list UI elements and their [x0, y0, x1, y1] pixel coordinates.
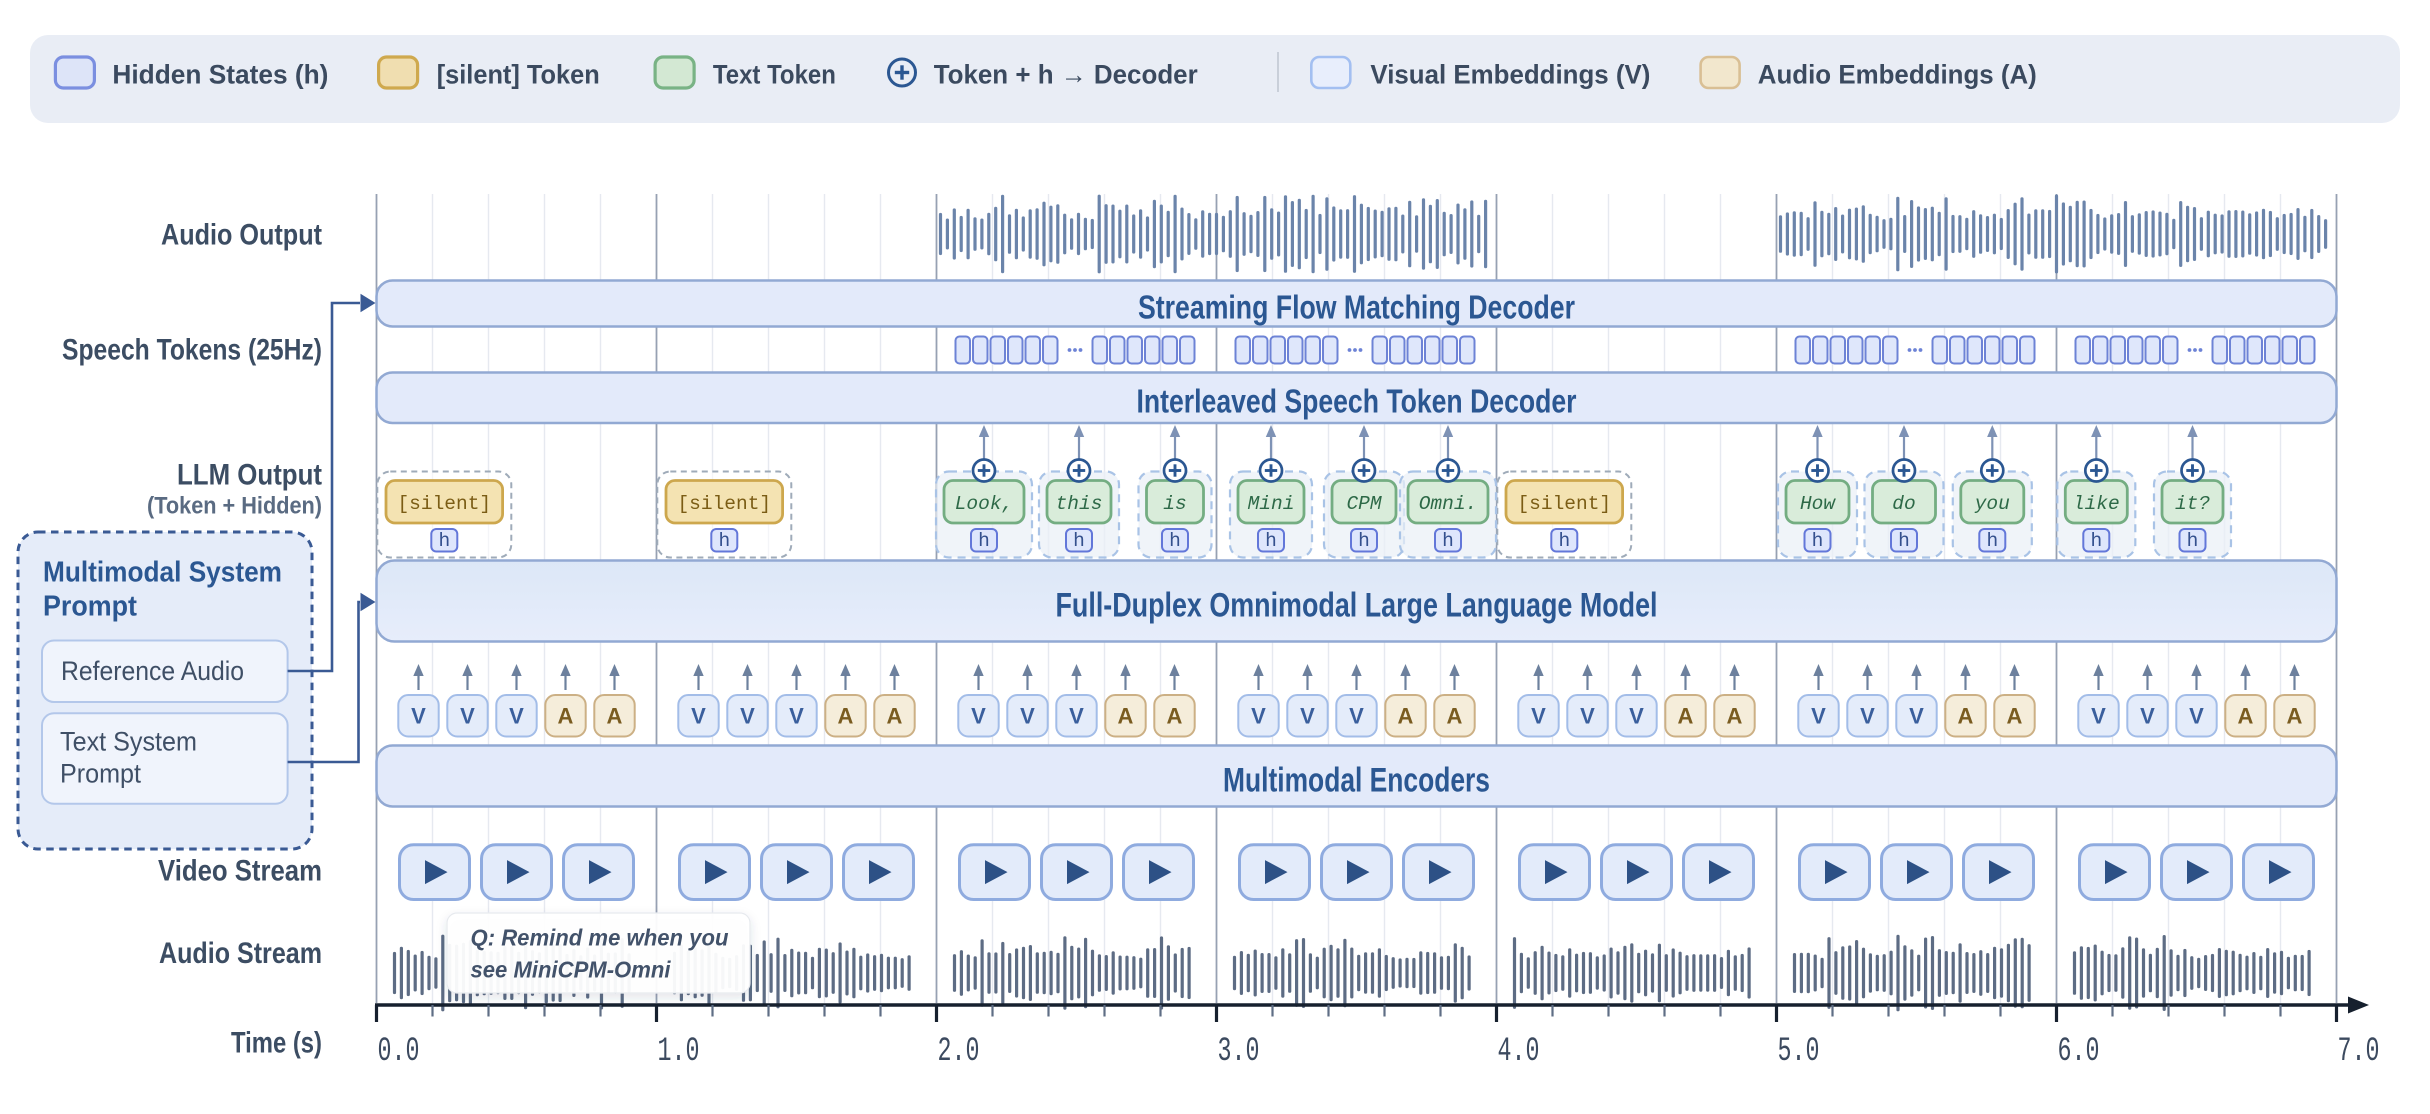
svg-text:Time (s): Time (s)	[231, 1026, 322, 1059]
svg-text:Token + h → Decoder: Token + h → Decoder	[934, 60, 1198, 90]
svg-text:h: h	[718, 530, 730, 552]
svg-text:A: A	[838, 704, 854, 729]
svg-text:do: do	[1892, 493, 1915, 515]
svg-text:like: like	[2073, 493, 2120, 515]
svg-text:A: A	[558, 704, 574, 729]
svg-text:4.0: 4.0	[1498, 1033, 1540, 1071]
svg-text:A: A	[1398, 704, 1414, 729]
svg-text:V: V	[2189, 704, 2204, 729]
svg-text:A: A	[887, 704, 903, 729]
svg-text:V: V	[740, 704, 755, 729]
svg-text:V: V	[1811, 704, 1826, 729]
svg-text:V: V	[1020, 704, 1035, 729]
svg-text:Omni.: Omni.	[1419, 493, 1478, 515]
svg-text:Streaming Flow Matching Decode: Streaming Flow Matching Decoder	[1138, 288, 1575, 325]
svg-text:Prompt: Prompt	[43, 591, 137, 623]
svg-text:5.0: 5.0	[1778, 1033, 1820, 1071]
svg-text:h: h	[438, 530, 450, 552]
svg-text:h: h	[1169, 530, 1181, 552]
svg-text:V: V	[971, 704, 986, 729]
svg-text:V: V	[1251, 704, 1266, 729]
svg-text:V: V	[2091, 704, 2106, 729]
svg-text:6.0: 6.0	[2058, 1033, 2100, 1071]
svg-text:A: A	[1118, 704, 1134, 729]
svg-text:this: this	[1056, 493, 1103, 515]
svg-text:[silent]: [silent]	[397, 493, 491, 515]
svg-text:[silent]: [silent]	[677, 493, 771, 515]
svg-text:A: A	[1447, 704, 1463, 729]
svg-text:see MiniCPM-Omni: see MiniCPM-Omni	[471, 957, 672, 983]
svg-text:Mini: Mini	[1248, 493, 1295, 515]
svg-text:CPM: CPM	[1346, 493, 1381, 515]
svg-text:A: A	[2238, 704, 2254, 729]
svg-text:V: V	[789, 704, 804, 729]
svg-text:0.0: 0.0	[378, 1033, 420, 1071]
svg-text:Text System: Text System	[60, 727, 197, 757]
svg-text:h: h	[2090, 530, 2102, 552]
svg-text:A: A	[1958, 704, 1974, 729]
svg-text:[silent]: [silent]	[1517, 493, 1611, 515]
svg-text:Speech Tokens (25Hz): Speech Tokens (25Hz)	[62, 334, 322, 367]
svg-text:A: A	[2287, 704, 2303, 729]
svg-text:Video Stream: Video Stream	[158, 855, 322, 888]
svg-text:is: is	[1163, 493, 1186, 515]
svg-text:Reference Audio: Reference Audio	[61, 656, 244, 686]
svg-text:it?: it?	[2175, 493, 2210, 515]
svg-text:Hidden States (h): Hidden States (h)	[112, 60, 328, 90]
svg-text:V: V	[1069, 704, 1084, 729]
svg-text:Interleaved Speech Token Decod: Interleaved Speech Token Decoder	[1137, 383, 1577, 420]
svg-text:h: h	[1265, 530, 1277, 552]
svg-text:h: h	[978, 530, 990, 552]
svg-text:V: V	[1629, 704, 1644, 729]
svg-text:2.0: 2.0	[938, 1033, 980, 1071]
svg-text:Multimodal System: Multimodal System	[43, 557, 282, 589]
svg-text:1.0: 1.0	[658, 1033, 700, 1071]
svg-text:h: h	[1812, 530, 1824, 552]
svg-text:you: you	[1974, 493, 2010, 515]
svg-text:Audio Output: Audio Output	[161, 219, 322, 252]
svg-text:Look,: Look,	[955, 493, 1014, 515]
svg-text:Audio Embeddings (A): Audio Embeddings (A)	[1758, 60, 2037, 90]
svg-text:A: A	[1727, 704, 1743, 729]
svg-text:LLM Output: LLM Output	[177, 459, 322, 492]
svg-text:h: h	[1358, 530, 1370, 552]
svg-text:A: A	[1167, 704, 1183, 729]
svg-text:V: V	[2140, 704, 2155, 729]
svg-text:Audio Stream: Audio Stream	[159, 937, 322, 970]
svg-text:V: V	[1860, 704, 1875, 729]
svg-text:V: V	[1349, 704, 1364, 729]
svg-text:A: A	[2007, 704, 2023, 729]
svg-text:V: V	[1580, 704, 1595, 729]
svg-text:V: V	[1531, 704, 1546, 729]
svg-text:Prompt: Prompt	[60, 759, 141, 789]
svg-text:(Token + Hidden): (Token + Hidden)	[147, 492, 322, 519]
svg-text:[silent] Token: [silent] Token	[437, 60, 600, 90]
svg-text:V: V	[1300, 704, 1315, 729]
svg-text:h: h	[1558, 530, 1570, 552]
svg-text:Text Token: Text Token	[713, 60, 836, 90]
svg-text:h: h	[1442, 530, 1454, 552]
svg-text:7.0: 7.0	[2338, 1033, 2380, 1071]
svg-text:V: V	[691, 704, 706, 729]
svg-text:A: A	[607, 704, 623, 729]
svg-text:h: h	[1073, 530, 1085, 552]
svg-text:V: V	[509, 704, 524, 729]
svg-text:How: How	[1800, 493, 1836, 515]
svg-text:Visual Embeddings (V): Visual Embeddings (V)	[1370, 60, 1650, 90]
svg-text:V: V	[1909, 704, 1924, 729]
svg-text:h: h	[2187, 530, 2199, 552]
svg-text:Multimodal Encoders: Multimodal Encoders	[1223, 761, 1490, 799]
svg-text:3.0: 3.0	[1218, 1033, 1260, 1071]
svg-text:h: h	[1986, 530, 1998, 552]
svg-text:Q: Remind me when you: Q: Remind me when you	[471, 925, 729, 951]
svg-text:h: h	[1898, 530, 1910, 552]
svg-text:Full-Duplex Omnimodal Large La: Full-Duplex Omnimodal Large Language Mod…	[1056, 586, 1658, 624]
svg-text:V: V	[411, 704, 426, 729]
svg-text:V: V	[460, 704, 475, 729]
svg-text:A: A	[1678, 704, 1694, 729]
